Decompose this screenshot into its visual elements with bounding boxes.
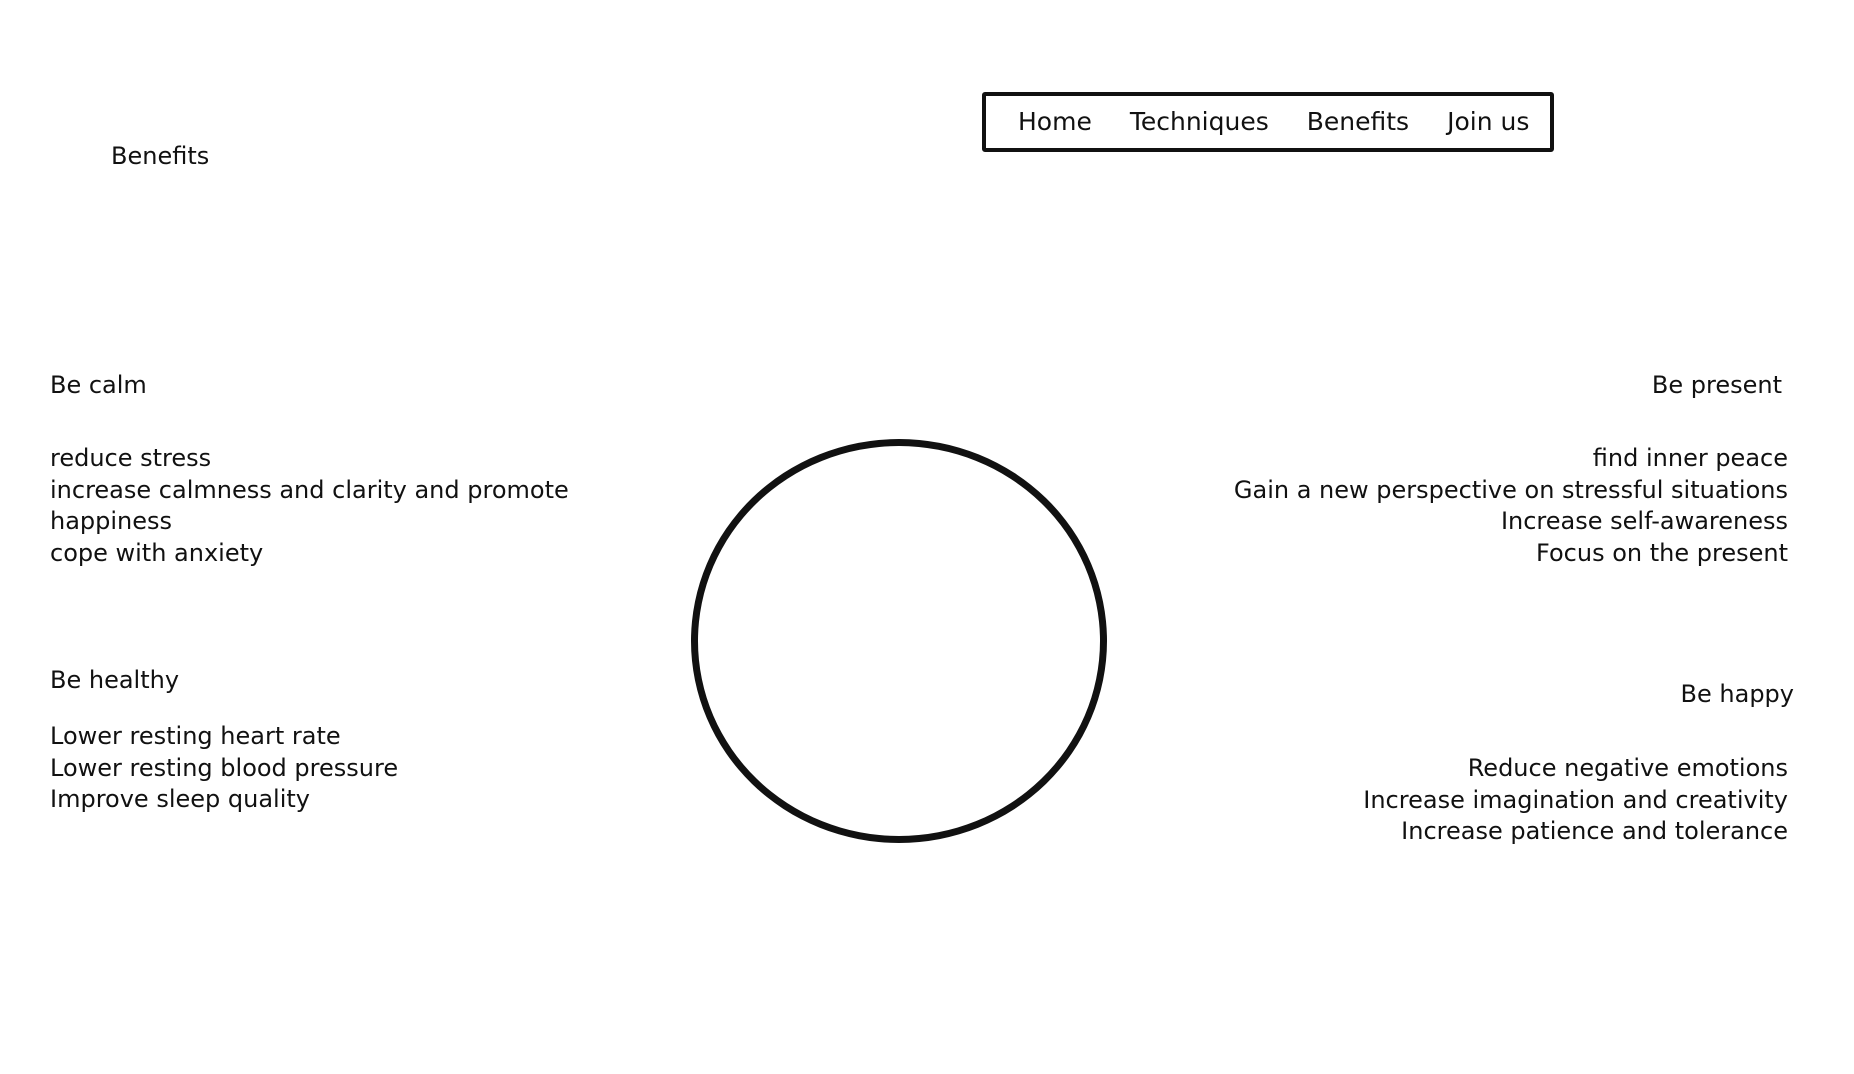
list-item: find inner peace (1592, 444, 1788, 472)
section-title-present: Be present (1651, 371, 1782, 399)
list-item: cope with anxiety (50, 538, 264, 567)
center-circle (691, 439, 1107, 843)
list-item: Increase patience and tolerance (1401, 817, 1788, 845)
list-happy: Reduce negative emotions Increase imagin… (1363, 753, 1788, 848)
nav-item-home[interactable]: Home (1018, 107, 1092, 137)
list-item: increase calmness and clarity and promot… (50, 475, 569, 504)
list-item: Increase self-awareness (1500, 507, 1788, 535)
list-item: Improve sleep quality (50, 785, 310, 813)
list-healthy: Lower resting heart rate Lower resting b… (50, 721, 398, 816)
list-item: Focus on the present (1536, 538, 1788, 567)
list-calm: reduce stress increase calmness and clar… (50, 443, 569, 569)
list-item: happiness (50, 507, 173, 535)
list-item: Lower resting heart rate (50, 722, 341, 750)
list-item: reduce stress (50, 444, 212, 472)
nav-item-join-us[interactable]: Join us (1447, 107, 1529, 137)
nav-item-techniques[interactable]: Techniques (1130, 107, 1269, 137)
list-item: Gain a new perspective on stressful situ… (1233, 475, 1788, 504)
nav-item-benefits[interactable]: Benefits (1307, 107, 1409, 137)
list-item: Reduce negative emotions (1467, 754, 1788, 782)
list-present: find inner peace Gain a new perspective … (1234, 443, 1788, 569)
page-title: Benefits (111, 142, 210, 170)
section-title-calm: Be calm (50, 371, 147, 399)
list-item: Increase imagination and creativity (1363, 785, 1788, 814)
section-title-healthy: Be healthy (50, 666, 180, 694)
list-item: Lower resting blood pressure (50, 753, 399, 782)
main-nav: Home Techniques Benefits Join us (982, 92, 1554, 152)
section-title-happy: Be happy (1680, 680, 1794, 708)
